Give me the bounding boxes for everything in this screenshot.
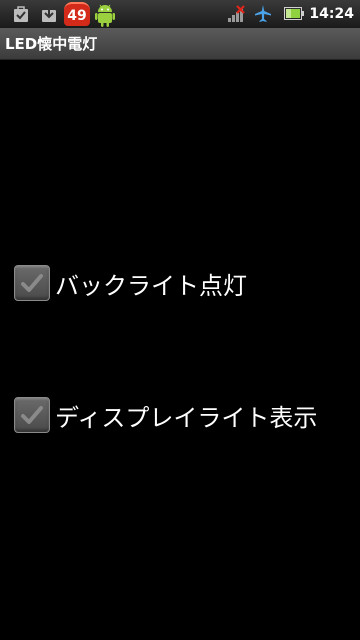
status-bar: 49 14:24 xyxy=(0,0,360,28)
app-title: LED懐中電灯 xyxy=(5,35,98,53)
no-signal-icon xyxy=(228,5,245,22)
backlight-checkbox[interactable] xyxy=(14,265,50,301)
notification-count-badge: 49 xyxy=(64,2,90,26)
display-light-label: ディスプレイライト表示 xyxy=(55,403,318,432)
display-light-option[interactable]: ディスプレイライト表示 xyxy=(14,396,317,434)
airplane-icon xyxy=(255,5,271,22)
display-light-checkbox[interactable] xyxy=(14,397,50,433)
backlight-label: バックライト点灯 xyxy=(55,271,247,300)
main-content: バックライト点灯 ディスプレイライト表示 xyxy=(0,60,360,640)
app-title-bar: LED懐中電灯 xyxy=(0,28,360,60)
clock: 14:24 xyxy=(309,6,354,22)
backlight-option[interactable]: バックライト点灯 xyxy=(14,264,247,302)
checklist-bag-icon xyxy=(14,6,28,22)
battery-icon xyxy=(284,7,304,20)
checkmark-icon xyxy=(21,406,43,424)
checkmark-icon xyxy=(21,274,43,292)
android-icon xyxy=(95,4,115,27)
download-icon xyxy=(42,7,56,22)
